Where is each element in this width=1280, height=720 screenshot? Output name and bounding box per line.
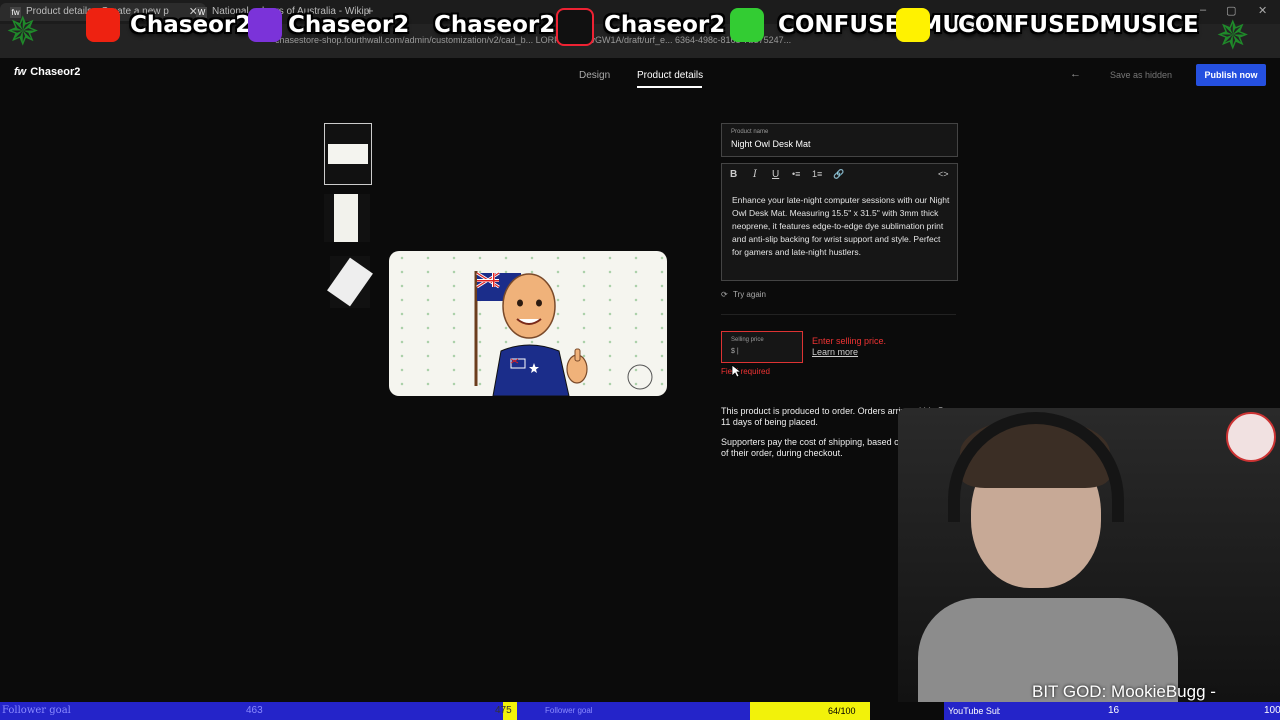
product-name-label: Product name — [731, 129, 769, 135]
cat-mascot-icon — [1226, 412, 1276, 462]
learn-more-link[interactable]: Learn more — [812, 347, 858, 357]
social-overlay-banner: ✵ Chaseor2 Chaseor2 Chaseor2 Chaseor2 CO… — [0, 0, 1280, 58]
description-text[interactable]: Enhance your late-night computer session… — [732, 194, 952, 259]
follower-goal-segment: Follower goal 463 — [0, 702, 503, 720]
underline-icon[interactable]: U — [772, 169, 779, 180]
selling-price-field[interactable]: Selling price $ | — [721, 331, 803, 363]
snapchat-icon — [896, 8, 930, 42]
thumbnail-image — [327, 257, 373, 307]
price-error-message: Enter selling price. — [812, 336, 887, 346]
webcam-feed — [898, 408, 1280, 702]
brand-mark: fw — [14, 66, 27, 78]
social-handle: Chaseor2 — [434, 12, 556, 38]
social-handle: CONFUSEDMUSICE — [958, 12, 1199, 38]
bold-icon[interactable]: B — [730, 169, 737, 180]
italic-icon[interactable]: I — [753, 169, 757, 180]
goal-current: 463 — [246, 705, 263, 716]
twitch-icon — [248, 8, 282, 42]
tiktok-icon — [556, 8, 594, 46]
code-view-icon[interactable]: <> — [938, 169, 949, 179]
divider — [721, 314, 956, 315]
goal-value: 64/100 — [828, 706, 856, 716]
goal-label: Follower goal — [2, 705, 71, 716]
brand-name: Chaseor2 — [30, 66, 81, 78]
goal-gap — [870, 702, 944, 720]
kick-icon — [730, 8, 764, 42]
thumbnail-image — [328, 144, 368, 164]
tab-product-details[interactable]: Product details — [637, 70, 703, 81]
youtube-icon — [86, 8, 120, 42]
thumbnail-angled[interactable] — [327, 256, 373, 308]
youtube-goal-fill: YouTube Sub Goal — [944, 702, 1023, 720]
selling-price-input[interactable]: $ | — [731, 348, 739, 355]
thumbnail-vertical[interactable] — [324, 194, 370, 242]
youtube-goal-segment: 16 100 — [1000, 702, 1280, 720]
social-handle: Chaseor2 — [604, 12, 726, 38]
description-editor[interactable]: B I U •≡ 1≡ 🔗 <> Enhance your late-night… — [721, 163, 958, 281]
link-icon[interactable]: 🔗 — [833, 169, 844, 180]
publish-now-button[interactable]: Publish now — [1196, 64, 1266, 86]
active-tab-underline — [637, 86, 702, 88]
brand-logo[interactable]: fw Chaseor2 — [14, 66, 80, 78]
social-handle: Chaseor2 — [288, 12, 410, 38]
cartoon-mascot-image — [474, 271, 653, 396]
tab-design[interactable]: Design — [579, 70, 610, 81]
numbered-list-icon[interactable]: 1≡ — [812, 169, 822, 179]
social-handle: Chaseor2 — [130, 12, 252, 38]
goal-bar: Follower goal 463 475 Follower goal 64/1… — [0, 702, 1280, 720]
mouse-cursor-icon — [731, 364, 741, 378]
bit-god-marquee: BIT GOD: MookieBugg - — [1032, 682, 1216, 701]
refresh-icon: ⟳ — [721, 290, 728, 299]
goal-target: 475 — [495, 705, 512, 716]
try-again-label: Try again — [732, 290, 766, 299]
field-required-message: Field required — [721, 367, 770, 376]
product-name-field[interactable]: Product name Night Owl Desk Mat — [721, 123, 958, 157]
thumbnail-image — [334, 194, 358, 242]
thumbnail-front[interactable] — [324, 123, 372, 185]
goal-progress-fill: 64/100 — [750, 702, 870, 720]
leaf-icon: ✵ — [1216, 14, 1250, 58]
product-name-input[interactable]: Night Owl Desk Mat — [731, 139, 811, 149]
selling-price-label: Selling price — [731, 337, 764, 343]
editor-toolbar: B I U •≡ 1≡ 🔗 <> — [722, 164, 957, 188]
bullet-list-icon[interactable]: •≡ — [792, 169, 800, 179]
goal-label: Follower goal — [545, 706, 593, 715]
back-arrow-icon[interactable]: ← — [1070, 68, 1081, 80]
try-again-button[interactable]: ⟳ Try again — [721, 290, 766, 299]
leaf-icon: ✵ — [6, 10, 40, 54]
product-preview-image — [389, 251, 667, 396]
goal-target: 100 — [1264, 705, 1280, 716]
save-as-hidden-button[interactable]: Save as hidden — [1110, 70, 1172, 80]
follower-goal-segment-2: Follower goal — [517, 702, 750, 720]
goal-value: 16 — [1108, 705, 1120, 716]
